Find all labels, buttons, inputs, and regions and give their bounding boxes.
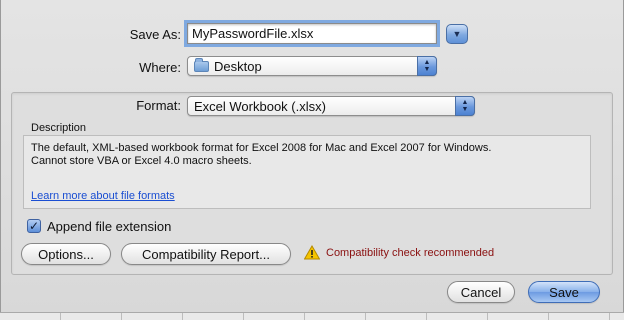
- description-line-2: Cannot store VBA or Excel 4.0 macro shee…: [31, 155, 252, 167]
- warning-text: Compatibility check recommended: [326, 246, 495, 259]
- expand-browser-button[interactable]: ▼: [446, 24, 468, 44]
- where-label: Where:: [139, 60, 181, 75]
- compatibility-warning: Compatibility check recommended: [304, 245, 494, 260]
- spreadsheet-grid-edge: [0, 312, 624, 320]
- warning-icon: [304, 245, 320, 260]
- format-value: Excel Workbook (.xlsx): [194, 98, 326, 114]
- description-line-1: The default, XML-based workbook format f…: [31, 142, 492, 154]
- save-as-label: Save As:: [129, 27, 181, 42]
- options-button[interactable]: Options...: [21, 243, 111, 265]
- folder-icon: [194, 57, 209, 72]
- learn-more-link[interactable]: Learn more about file formats: [31, 190, 175, 203]
- save-button[interactable]: Save: [528, 281, 600, 303]
- chevron-down-icon: ▼: [452, 29, 462, 39]
- checkmark-icon: ✓: [28, 219, 40, 233]
- append-extension-checkbox[interactable]: ✓: [27, 219, 41, 233]
- format-popup[interactable]: Excel Workbook (.xlsx) ▲ ▼: [187, 96, 475, 116]
- compatibility-report-button[interactable]: Compatibility Report...: [121, 243, 291, 265]
- popup-arrows-icon: ▲ ▼: [455, 96, 475, 116]
- append-extension-label: Append file extension: [47, 219, 172, 234]
- save-as-field[interactable]: MyPasswordFile.xlsx: [187, 23, 437, 44]
- description-box: The default, XML-based workbook format f…: [23, 135, 591, 209]
- format-label: Format:: [136, 98, 181, 113]
- save-dialog: Save As: MyPasswordFile.xlsx ▼ Where: De…: [0, 0, 624, 320]
- popup-arrows-icon: ▲ ▼: [417, 56, 437, 76]
- description-heading: Description: [31, 122, 87, 134]
- where-popup[interactable]: Desktop ▲ ▼: [187, 56, 437, 76]
- cancel-button[interactable]: Cancel: [447, 281, 515, 303]
- where-value: Desktop: [214, 58, 262, 74]
